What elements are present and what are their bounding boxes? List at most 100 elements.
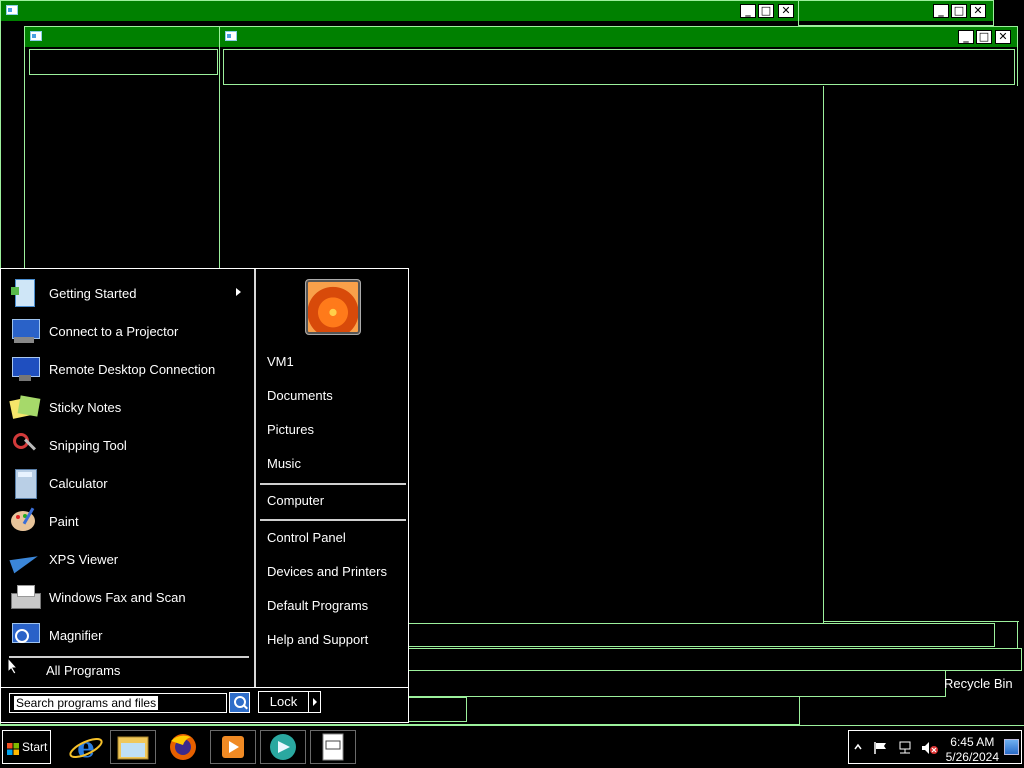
close-button[interactable]: ✕ xyxy=(995,30,1011,44)
calculator-icon xyxy=(9,467,41,499)
search-input[interactable]: Search programs and files xyxy=(9,693,227,713)
show-hidden-icons-icon[interactable] xyxy=(853,741,863,755)
taskbar-internet-explorer[interactable]: e xyxy=(62,730,108,764)
mouse-cursor-icon xyxy=(7,657,19,675)
search-icon[interactable] xyxy=(229,692,250,713)
program-snipping-tool[interactable]: Snipping Tool xyxy=(9,427,249,463)
taskbar: Start e 6:45 AM 5/26/2024 xyxy=(0,725,1024,768)
taskbar-windows-explorer[interactable] xyxy=(110,730,156,764)
background-frame-2 xyxy=(400,670,946,697)
right-link-documents[interactable]: Documents xyxy=(267,385,333,407)
xps-viewer-icon xyxy=(9,543,41,575)
right-link-devices-printers[interactable]: Devices and Printers xyxy=(267,561,387,583)
program-label: Sticky Notes xyxy=(49,399,122,415)
submenu-arrow-icon xyxy=(236,288,241,296)
right-link-default-programs[interactable]: Default Programs xyxy=(267,595,368,617)
start-menu-programs: Getting Started Connect to a Projector R… xyxy=(1,269,254,687)
start-menu-column-divider xyxy=(254,269,256,687)
window-left-address-bar[interactable] xyxy=(29,49,218,75)
window-back-2[interactable]: _ □ ✕ xyxy=(798,0,994,26)
start-label: Start xyxy=(22,740,48,754)
window-main-details-pane[interactable] xyxy=(823,86,1019,622)
sticky-notes-icon xyxy=(9,391,41,423)
show-desktop-button[interactable] xyxy=(1004,739,1019,755)
program-label: Remote Desktop Connection xyxy=(49,361,216,377)
taskbar-firefox[interactable] xyxy=(160,730,206,764)
right-link-help-support[interactable]: Help and Support xyxy=(267,629,368,651)
getting-started-icon xyxy=(9,277,41,309)
window-back-2-titlebar[interactable]: _ □ ✕ xyxy=(799,1,993,21)
close-button[interactable]: ✕ xyxy=(970,4,986,18)
internet-explorer-icon: e xyxy=(69,731,103,764)
program-calculator[interactable]: Calculator xyxy=(9,465,249,501)
network-icon[interactable] xyxy=(897,741,913,755)
program-sticky-notes[interactable]: Sticky Notes xyxy=(9,389,249,425)
program-label: Windows Fax and Scan xyxy=(49,589,186,605)
maximize-button[interactable]: □ xyxy=(976,30,992,44)
taskbar-media-center[interactable] xyxy=(260,730,306,764)
media-center-icon xyxy=(270,734,296,760)
program-label: XPS Viewer xyxy=(49,551,119,567)
minimize-button[interactable]: _ xyxy=(740,4,756,18)
program-magnifier[interactable]: Magnifier xyxy=(9,617,249,653)
maximize-button[interactable]: □ xyxy=(758,4,774,18)
minimize-button[interactable]: _ xyxy=(958,30,974,44)
right-link-computer[interactable]: Computer xyxy=(267,490,324,512)
program-label: Connect to a Projector xyxy=(49,323,179,339)
right-link-pictures[interactable]: Pictures xyxy=(267,419,314,441)
bottom-separator xyxy=(1,687,408,688)
program-label: Calculator xyxy=(49,475,108,491)
window-icon xyxy=(30,31,42,41)
program-paint[interactable]: Paint xyxy=(9,503,249,539)
taskbar-media-player[interactable] xyxy=(210,730,256,764)
background-frame-3 xyxy=(400,697,467,722)
projector-icon xyxy=(9,315,41,347)
user-picture-avatar[interactable] xyxy=(305,279,361,335)
program-connect-projector[interactable]: Connect to a Projector xyxy=(9,313,249,349)
window-main-toolbar[interactable] xyxy=(223,49,1015,85)
system-tray: 6:45 AM 5/26/2024 xyxy=(848,730,1022,764)
program-fax-scan[interactable]: Windows Fax and Scan xyxy=(9,579,249,615)
window-icon xyxy=(225,31,237,41)
windows-flag-icon xyxy=(7,743,19,755)
clock-time: 6:45 AM xyxy=(950,735,995,749)
fax-scan-icon xyxy=(9,581,41,613)
program-label: Getting Started xyxy=(49,285,137,301)
maximize-button[interactable]: □ xyxy=(951,4,967,18)
window-icon xyxy=(6,5,18,15)
taskbar-notepad[interactable] xyxy=(310,730,356,764)
program-label: Magnifier xyxy=(49,627,103,643)
right-link-user[interactable]: VM1 xyxy=(267,351,294,373)
window-main-titlebar[interactable]: _ □ ✕ xyxy=(220,27,1017,47)
right-separator-2 xyxy=(260,519,406,521)
program-remote-desktop[interactable]: Remote Desktop Connection xyxy=(9,351,249,387)
action-center-flag-icon[interactable] xyxy=(873,741,889,755)
firefox-icon xyxy=(170,734,196,760)
magnifier-icon xyxy=(9,619,41,651)
clock-date: 5/26/2024 xyxy=(945,750,999,764)
right-separator-1 xyxy=(260,483,406,485)
programs-separator xyxy=(9,656,249,658)
start-menu[interactable]: Getting Started Connect to a Projector R… xyxy=(0,268,409,723)
clock[interactable]: 6:45 AM 5/26/2024 xyxy=(946,735,999,765)
notepad-icon xyxy=(322,733,344,761)
close-button[interactable]: ✕ xyxy=(778,4,794,18)
window-back-1-titlebar[interactable]: _ □ ✕ xyxy=(1,1,799,21)
program-label: Snipping Tool xyxy=(49,437,127,453)
start-button[interactable]: Start xyxy=(2,730,51,764)
right-link-control-panel[interactable]: Control Panel xyxy=(267,527,346,549)
paint-icon xyxy=(9,505,41,537)
background-frame-1 xyxy=(400,648,1022,671)
lock-button[interactable]: Lock xyxy=(258,691,309,713)
lock-options-arrow-button[interactable] xyxy=(308,691,321,713)
program-xps-viewer[interactable]: XPS Viewer xyxy=(9,541,249,577)
media-player-icon xyxy=(222,736,244,758)
volume-muted-icon[interactable] xyxy=(921,741,939,755)
right-link-music[interactable]: Music xyxy=(267,453,301,475)
program-label: Paint xyxy=(49,513,79,529)
program-getting-started[interactable]: Getting Started xyxy=(9,275,249,311)
all-programs-link[interactable]: All Programs xyxy=(46,663,120,678)
window-left-titlebar[interactable] xyxy=(25,27,220,47)
recycle-bin-label[interactable]: Recycle Bin xyxy=(944,676,1013,691)
minimize-button[interactable]: _ xyxy=(933,4,949,18)
